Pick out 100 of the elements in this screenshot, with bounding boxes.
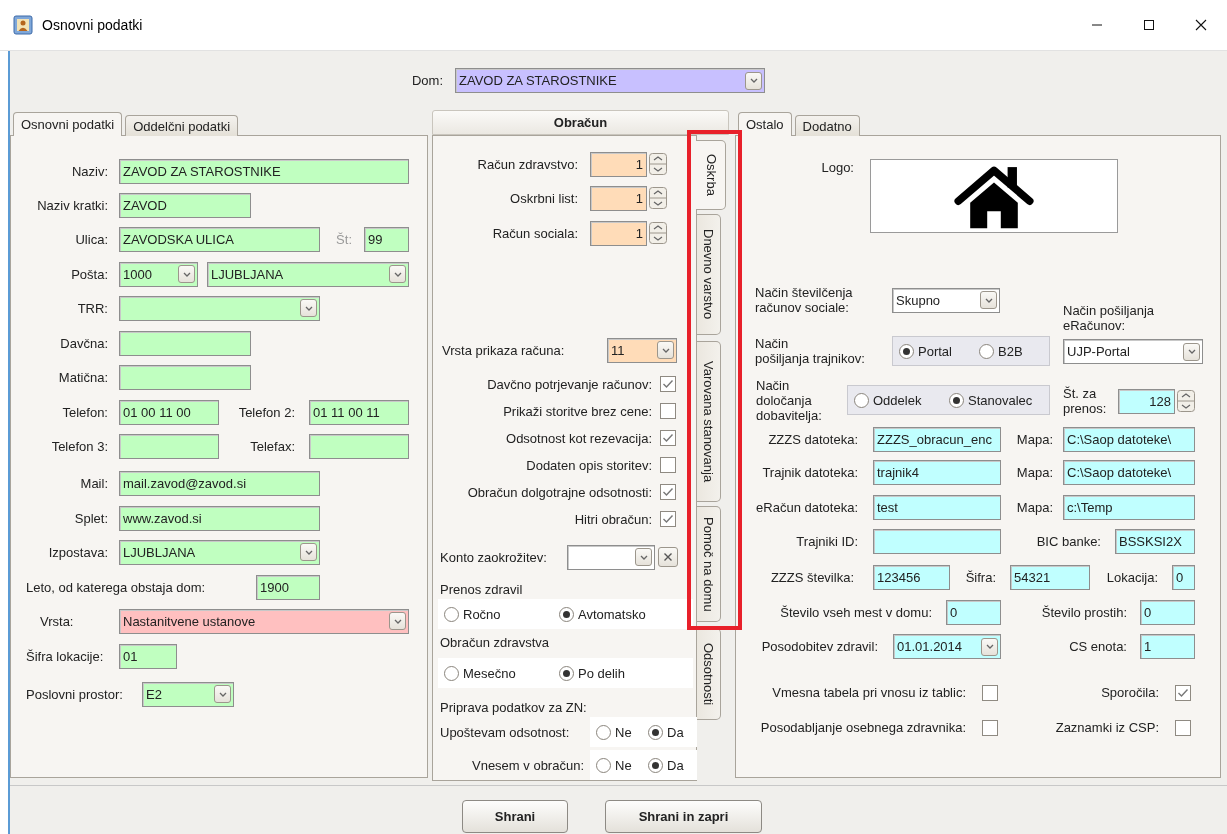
chevron-down-icon[interactable] (1183, 342, 1200, 361)
text-field[interactable]: c:\Temp (1063, 495, 1195, 520)
text-field[interactable]: 123456 (873, 565, 950, 590)
text-field[interactable]: ZAVOD (119, 192, 251, 218)
radio-button[interactable]: B2B (979, 343, 1059, 359)
text-field[interactable]: trajnik4 (873, 460, 1001, 485)
dropdown[interactable]: ZAVOD ZA STAROSTNIKE (455, 68, 765, 93)
text-field[interactable]: www.zavod.si (119, 505, 320, 531)
checkbox[interactable] (660, 403, 676, 419)
chevron-down-icon[interactable] (657, 341, 674, 359)
radio-button[interactable]: Ne (596, 757, 648, 773)
clear-button[interactable] (658, 547, 678, 567)
text-field[interactable]: ZAVOD ZA STAROSTNIKE (119, 158, 409, 184)
text-field[interactable]: 01 00 11 00 (119, 399, 219, 425)
text-field[interactable]: 01 11 00 11 (309, 399, 409, 425)
dropdown[interactable]: E2 (142, 681, 234, 707)
text-field[interactable]: 1 (1140, 634, 1195, 659)
tab[interactable]: Ostalo (738, 112, 792, 136)
action-button[interactable]: Shrani (462, 800, 568, 833)
number-field[interactable]: 1 (590, 220, 647, 246)
action-button[interactable]: Shrani in zapri (605, 800, 762, 833)
text-field[interactable]: test (873, 495, 1001, 520)
dropdown[interactable]: 1000 (119, 261, 198, 287)
chevron-down-icon[interactable] (214, 685, 231, 703)
checkbox[interactable] (1175, 684, 1191, 701)
text-field[interactable]: 01 (119, 643, 177, 669)
chevron-down-icon[interactable] (300, 543, 317, 561)
field-label: ZZZS številka: (769, 570, 855, 585)
text-field[interactable]: 0 (946, 600, 1001, 625)
field-label: Telefon 2: (237, 404, 296, 420)
dropdown[interactable]: Nastanitvene ustanove (119, 608, 409, 634)
number-field[interactable]: 128 (1118, 388, 1175, 414)
checkbox[interactable] (982, 719, 998, 736)
radio-button[interactable]: Mesečno (444, 665, 559, 681)
field-label: Vmesna tabela pri vnosu iz tablic: (771, 685, 967, 700)
text-field[interactable] (119, 330, 251, 356)
tab[interactable]: Dodatno (794, 115, 860, 136)
text-field[interactable]: ZZZS_obracun_enc (873, 427, 1001, 452)
chevron-down-icon[interactable] (745, 71, 762, 90)
text-field[interactable] (873, 529, 1001, 554)
text-field[interactable]: 1900 (256, 574, 320, 600)
radio-button[interactable]: Ročno (444, 606, 559, 622)
text-field[interactable]: C:\Saop datoteke\ (1063, 460, 1195, 485)
checkbox[interactable] (660, 376, 676, 392)
vertical-tab[interactable]: Pomoč na domu (697, 506, 721, 622)
field-label: Telefax: (249, 438, 296, 454)
vertical-tab[interactable]: Varovana stanovanja (697, 341, 721, 502)
text-field[interactable]: 54321 (1010, 565, 1090, 590)
text-field[interactable]: C:\Saop datoteke\ (1063, 427, 1195, 452)
number-field[interactable]: 1 (590, 151, 647, 177)
chevron-down-icon[interactable] (178, 265, 195, 283)
checkbox[interactable] (660, 484, 676, 500)
tab[interactable]: Oddelčni podatki (125, 115, 239, 136)
checkbox[interactable] (660, 457, 676, 473)
dropdown[interactable] (119, 295, 320, 321)
text-field[interactable]: BSSKSI2X (1115, 529, 1195, 554)
dropdown[interactable] (567, 544, 655, 570)
dropdown[interactable]: 11 (607, 337, 677, 363)
vertical-tab[interactable]: Oskrba (696, 140, 726, 210)
text-field[interactable]: ZAVODSKA ULICA (119, 226, 320, 252)
text-field[interactable]: 0 (1172, 565, 1195, 590)
field-label: BIC banke: (1035, 534, 1102, 549)
text-field[interactable]: mail.zavod@zavod.si (119, 470, 320, 496)
text-field[interactable]: 0 (1140, 600, 1195, 625)
radio-button[interactable]: Po delih (559, 665, 674, 681)
text-field[interactable] (119, 364, 251, 390)
tab[interactable]: Osnovni podatki (13, 112, 123, 136)
checkmark-icon (1177, 687, 1189, 698)
chevron-down-icon[interactable] (389, 612, 406, 630)
text-field[interactable]: 99 (364, 226, 409, 252)
radio-button[interactable]: Ne (596, 724, 648, 740)
checkmark-icon (662, 379, 674, 389)
text-field[interactable] (119, 433, 219, 459)
vertical-tab[interactable]: Dnevno varstvo (697, 214, 721, 335)
radio-button[interactable]: Da (648, 724, 700, 740)
dropdown[interactable]: LJUBLJANA (119, 539, 320, 565)
field-label: Mapa: (1015, 432, 1054, 447)
chevron-down-icon[interactable] (300, 299, 317, 317)
checkbox[interactable] (1175, 719, 1191, 736)
checkbox[interactable] (660, 430, 676, 446)
chevron-down-icon[interactable] (389, 265, 406, 283)
dropdown[interactable]: LJUBLJANA (207, 261, 409, 287)
field-label: Mail: (79, 475, 109, 491)
field-label: Vrsta: (39, 613, 75, 629)
dropdown[interactable]: Skupno (892, 287, 1000, 313)
text-field[interactable] (309, 433, 409, 459)
radio-button[interactable]: Oddelek (854, 392, 949, 408)
checkbox[interactable] (982, 684, 998, 701)
radio-button[interactable]: Avtomatsko (559, 606, 674, 622)
dropdown[interactable]: 01.01.2014 (893, 634, 1001, 659)
chevron-down-icon[interactable] (981, 637, 998, 656)
radio-button[interactable]: Portal (899, 343, 979, 359)
chevron-down-icon[interactable] (635, 548, 652, 566)
checkbox[interactable] (660, 511, 676, 527)
vertical-tab[interactable]: Odsotnosti (697, 628, 721, 720)
chevron-down-icon[interactable] (980, 291, 997, 309)
number-field[interactable]: 1 (590, 185, 647, 211)
radio-button[interactable]: Stanovalec (949, 392, 1044, 408)
radio-button[interactable]: Da (648, 757, 700, 773)
dropdown[interactable]: UJP-Portal (1063, 339, 1203, 364)
